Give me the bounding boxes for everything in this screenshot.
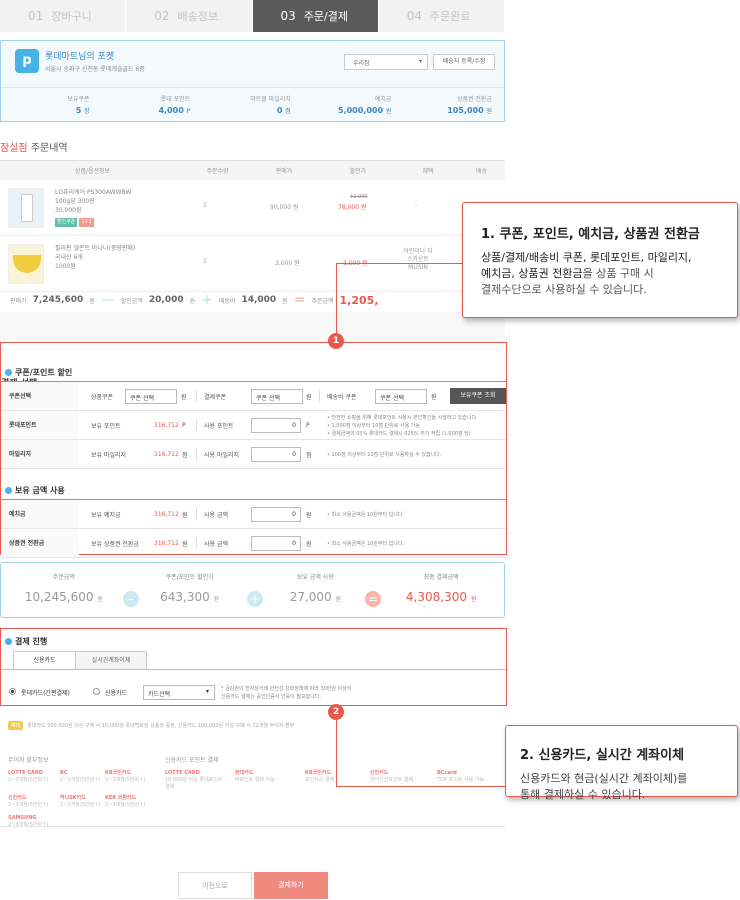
summary-order-amount: 주문금액 10,245,600 원 <box>24 574 103 604</box>
shipping-coupon-select[interactable]: 쿠폰 선택 <box>375 389 427 404</box>
info-dot-icon <box>5 638 12 645</box>
stat-voucher: 상품권 전환금 105,000 원 <box>447 96 492 115</box>
equals-icon: = <box>365 591 381 607</box>
callout-1: 1. 쿠폰, 포인트, 예치금, 상품권 전환금 상품/결제/배송비 쿠폰, 롯… <box>462 202 738 318</box>
chevron-down-icon: ▾ <box>206 688 210 695</box>
card-benefits: 무이자 할부정보 신용카드 포인트 결제 LOTTE CARD 2~3개월(5만원… <box>8 757 484 828</box>
progress-title: 결제 진행 <box>5 636 47 647</box>
mileage-row: 마일리지 보유 마일리지 316,712 점 사용 마일리지 0 점 • 100… <box>1 440 506 469</box>
order-title: 잠실점 주문내역 <box>0 143 68 154</box>
payment-summary: 주문금액 10,245,600 원 쿠폰/포인트 할인가 643,300 원 보유 … <box>0 562 505 618</box>
col-discount: 할인가 <box>349 168 367 175</box>
callout-1-badge: 1 <box>328 333 344 349</box>
product-name[interactable]: 필리핀 델몬트 바나나(중량판매) <box>55 244 135 253</box>
step-payment: 03 주문/결제 <box>252 0 379 32</box>
coupon-tag: 할인쿠폰 <box>55 218 78 227</box>
wallet-panel: p 롯데마트님의 포켓 서울시 송파구 신천동 롯데캐슬골드 6층 우리집 배송… <box>0 40 505 122</box>
order-table: 상품/옵션정보 주문수량 판매가 할인가 혜택 배송 LG퓨리케어 PS300A… <box>0 160 505 292</box>
view-coupons-button[interactable]: 보유쿠폰 조회 <box>450 388 506 404</box>
product-name[interactable]: LG퓨리케어 PS300AWWBW <box>55 188 131 197</box>
wallet-owner: 롯데마트님의 포켓 <box>45 52 115 62</box>
promo-tag: 1+1 <box>79 218 94 227</box>
col-ship: 배송 <box>475 168 488 175</box>
order-totals: 판매가 7,245,600 원 — 할인금액 20,000 원 + 배송비 14,000 원… <box>10 292 379 308</box>
voucher-input[interactable]: 0 <box>251 536 301 551</box>
table-row: 필리핀 델몬트 바나나(중량판매)국내산 6개1000원 1 3,000 원 3… <box>0 236 505 292</box>
tab-credit-card[interactable]: 신용카드 <box>13 651 76 669</box>
table-row: LG퓨리케어 PS300AWWBW 100g당 300원 30,000원 할인쿠폰 … <box>0 180 505 236</box>
coupon-row: 쿠폰선택 상품쿠폰 쿠폰 선택 원 결제쿠폰 쿠폰 선택 원 배송비 쿠폰 쿠폰… <box>1 382 506 411</box>
payment-selection: 결제 선택 쿠폰/포인트 할인 쿠폰선택 상품쿠폰 쿠폰 선택 원 결제쿠폰 쿠… <box>0 342 507 558</box>
deposit-input[interactable]: 0 <box>251 507 301 522</box>
stat-coupon: 보유쿠폰 5 장 <box>67 96 90 115</box>
product-coupon-select[interactable]: 쿠폰 선택 <box>125 389 177 404</box>
info-dot-icon <box>5 487 12 494</box>
stat-mileage: 마트몰 마일리지 0 점 <box>250 96 291 115</box>
balance-section-title: 보유 금액 사용 <box>5 485 65 496</box>
address-select[interactable]: 우리집 <box>344 54 428 70</box>
checkout-steps: 01 장바구니 02 배송정보 03 주문/결제 04 주문완료 <box>0 0 505 32</box>
summary-discount: 쿠폰/포인트 할인가 643,300 원 <box>160 574 220 604</box>
col-qty: 주문수량 <box>206 168 229 175</box>
deposit-row: 예치금 보유 예치금 316,712 원 사용 금액 0 원 • 최소 사용금액… <box>1 500 506 529</box>
voucher-row: 상품권 전환금 보유 상품권 전환금 316,712 원 사용 금액 0 원 •… <box>1 529 506 558</box>
lotte-card-radio[interactable] <box>9 688 16 695</box>
point-input[interactable]: 0 <box>251 418 301 433</box>
summary-balance: 보유 금액 사용 27,000 원 <box>289 574 342 604</box>
mileage-input[interactable]: 0 <box>251 447 301 462</box>
product-image <box>8 244 44 284</box>
product-image <box>8 188 44 228</box>
coupon-section-title: 쿠폰/포인트 할인 <box>5 367 72 378</box>
benefit-info: 해택 롯데카드 300,000원 이상 구매 시 10,000원 롯데백화점 상품… <box>0 716 505 738</box>
minus-icon: – <box>123 591 139 607</box>
pocket-logo-icon: p <box>15 49 39 73</box>
callout-2: 2. 신용카드, 실시간 계좌이체 신용카드와 현금(실시간 계좌이체)를 통해 … <box>505 725 738 801</box>
point-row: 롯데포인트 보유 포인트 316,712 P 사용 포인트 0 P • 안전한 … <box>1 411 506 440</box>
col-benefit: 혜택 <box>422 168 434 175</box>
step-complete: 04 주문완료 <box>378 0 505 32</box>
stat-point: 롯데 포인트 4,000 P <box>158 96 191 115</box>
card-select[interactable]: 카드선택 <box>143 685 215 700</box>
tab-bank-transfer[interactable]: 실시간계좌이체 <box>75 651 147 669</box>
address-register-button[interactable]: 배송지 등록/수정 <box>433 54 495 70</box>
credit-card-radio[interactable] <box>93 688 100 695</box>
payment-coupon-select[interactable]: 쿠폰 선택 <box>251 389 303 404</box>
plus-icon: + <box>247 591 263 607</box>
summary-final: 최종 결제금액 4,308,300 원 <box>405 574 477 604</box>
wallet-address: 서울시 송파구 신천동 롯데캐슬골드 6층 <box>45 66 145 73</box>
info-dot-icon <box>5 369 12 376</box>
step-shipping: 02 배송정보 <box>126 0 253 32</box>
col-price: 판매가 <box>275 168 293 175</box>
col-product: 상품/옵션정보 <box>74 168 111 175</box>
payment-progress: 결제 진행 신용카드 실시간계좌이체 롯데카드(간편결제) 신용카드 카드선택 … <box>0 628 507 706</box>
previous-button[interactable]: 이전으로 <box>178 872 252 899</box>
step-cart: 01 장바구니 <box>0 0 127 32</box>
pay-button[interactable]: 결제하기 <box>254 872 328 899</box>
stat-deposit: 예치금 5,000,000 원 <box>338 96 392 115</box>
